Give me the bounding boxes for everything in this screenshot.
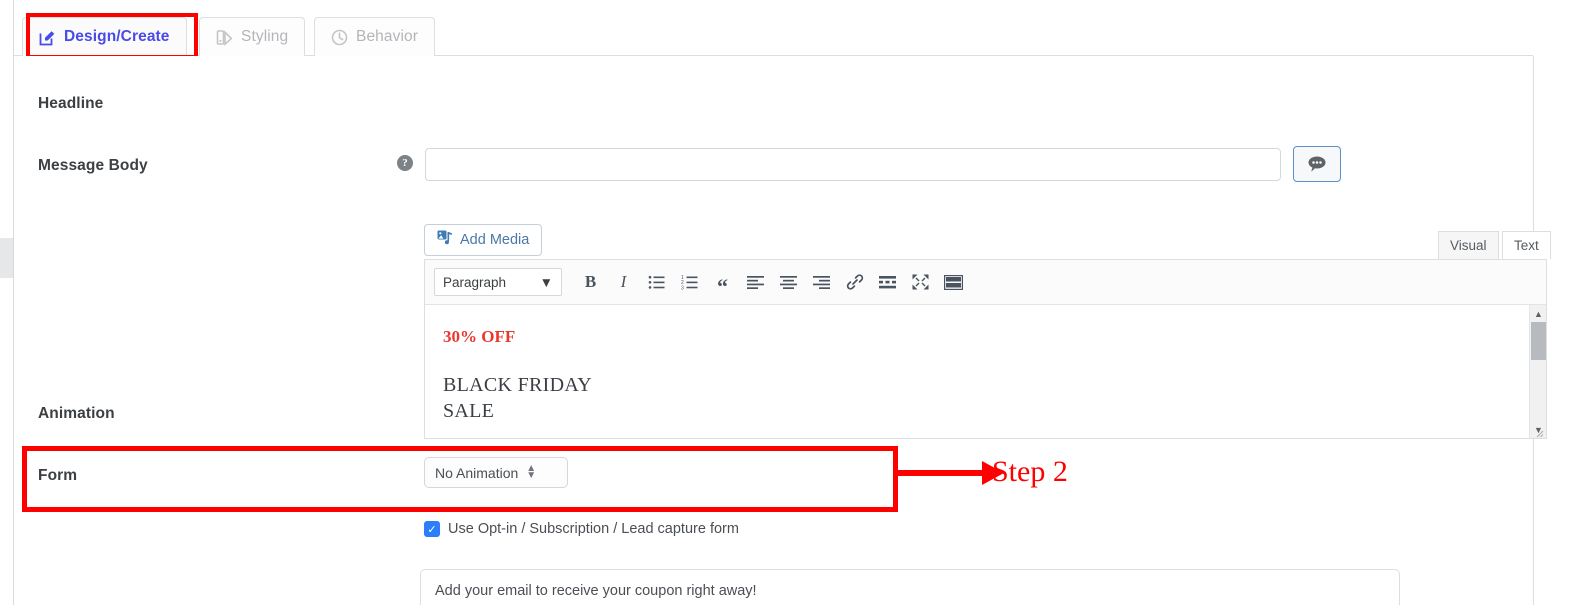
chain-link-icon [846,274,863,290]
editor-scrollbar[interactable]: ▲ ▼ [1529,305,1546,438]
tab-styling[interactable]: Styling [199,17,306,56]
align-left-button[interactable] [739,267,772,297]
editor-resize-handle[interactable] [1533,425,1544,438]
animation-select[interactable]: No Animation ▲ ▼ [424,457,568,488]
message-body-label: Message Body [38,157,148,174]
expand-arrows-icon [912,274,929,290]
chevron-down-icon: ▼ [539,274,553,290]
toolbar-toggle-button[interactable] [937,267,970,297]
format-select-value: Paragraph [443,274,507,290]
scroll-up-arrow-icon[interactable]: ▲ [1530,305,1546,322]
add-media-label: Add Media [460,232,530,248]
stepper-chevrons-icon: ▲ ▼ [526,463,537,481]
keyboard-icon [944,274,963,290]
clock-icon [331,29,348,46]
media-library-icon [437,230,453,250]
optin-form-checkbox-label: Use Opt-in / Subscription / Lead capture… [448,521,739,537]
align-right-button[interactable] [805,267,838,297]
editor-line-title: BLACK FRIDAY SALE [443,374,593,422]
italic-button[interactable]: I [607,267,640,297]
editor-tab-text[interactable]: Text [1502,231,1551,259]
left-edge-rail [0,0,14,605]
editor-toolbar: Paragraph ▼ B I 1 2 3 “ [425,260,1546,305]
bullet-list-icon [648,275,665,289]
animation-label: Animation [38,405,115,422]
align-center-icon [780,275,797,289]
blockquote-button[interactable]: “ [706,267,739,297]
align-center-button[interactable] [772,267,805,297]
edit-pencil-icon [39,29,56,46]
insert-link-button[interactable] [838,267,871,297]
form-label: Form [38,467,78,484]
design-create-panel: Headline ? Message Body Add Media Visual… [14,56,1551,605]
tab-behavior[interactable]: Behavior [314,17,435,56]
speech-bubble-icon [1308,156,1326,172]
numbered-list-button[interactable]: 1 2 3 [673,267,706,297]
tab-design-create[interactable]: Design/Create [22,17,187,56]
headline-input[interactable] [425,148,1281,181]
page-scrollbar-thumb[interactable] [0,238,13,278]
editor-line-discount: 30% OFF [443,327,516,346]
question-mark-icon[interactable]: ? [397,155,413,171]
tab-styling-label: Styling [241,28,289,45]
speech-bubble-button[interactable] [1293,146,1341,182]
rich-text-editor: Paragraph ▼ B I 1 2 3 “ 30% OFF BLACK FR… [424,259,1547,439]
tab-design-create-label: Design/Create [64,28,170,45]
tab-behavior-label: Behavior [356,28,418,45]
popup-builder-screen: Design/Create Styling Behavior Headline … [0,0,1584,605]
align-left-icon [747,275,764,289]
editor-tab-visual-label: Visual [1450,238,1487,253]
editor-tab-text-label: Text [1514,238,1539,253]
align-right-icon [813,275,830,289]
format-select[interactable]: Paragraph ▼ [434,268,562,296]
headline-label: Headline [38,95,104,112]
optin-form-checkbox[interactable]: ✓ [424,521,440,537]
svg-text:3: 3 [681,285,684,290]
add-media-button[interactable]: Add Media [424,224,543,256]
more-tag-icon [879,275,896,288]
fullscreen-button[interactable] [904,267,937,297]
palette-image-icon [216,29,233,46]
editor-content-area[interactable]: 30% OFF BLACK FRIDAY SALE ▲ ▼ [425,305,1546,438]
read-more-button[interactable] [871,267,904,297]
bulleted-list-button[interactable] [640,267,673,297]
editor-tab-visual[interactable]: Visual [1438,231,1499,259]
optin-form-checkbox-row[interactable]: ✓ Use Opt-in / Subscription / Lead captu… [424,521,739,537]
main-tabbar: Design/Create Styling Behavior [14,0,1534,59]
bold-button[interactable]: B [574,267,607,297]
animation-select-value: No Animation [435,464,519,481]
coupon-message-textarea[interactable] [420,569,1400,605]
editor-scrollbar-thumb[interactable] [1531,322,1546,360]
numbered-list-icon: 1 2 3 [681,275,698,290]
